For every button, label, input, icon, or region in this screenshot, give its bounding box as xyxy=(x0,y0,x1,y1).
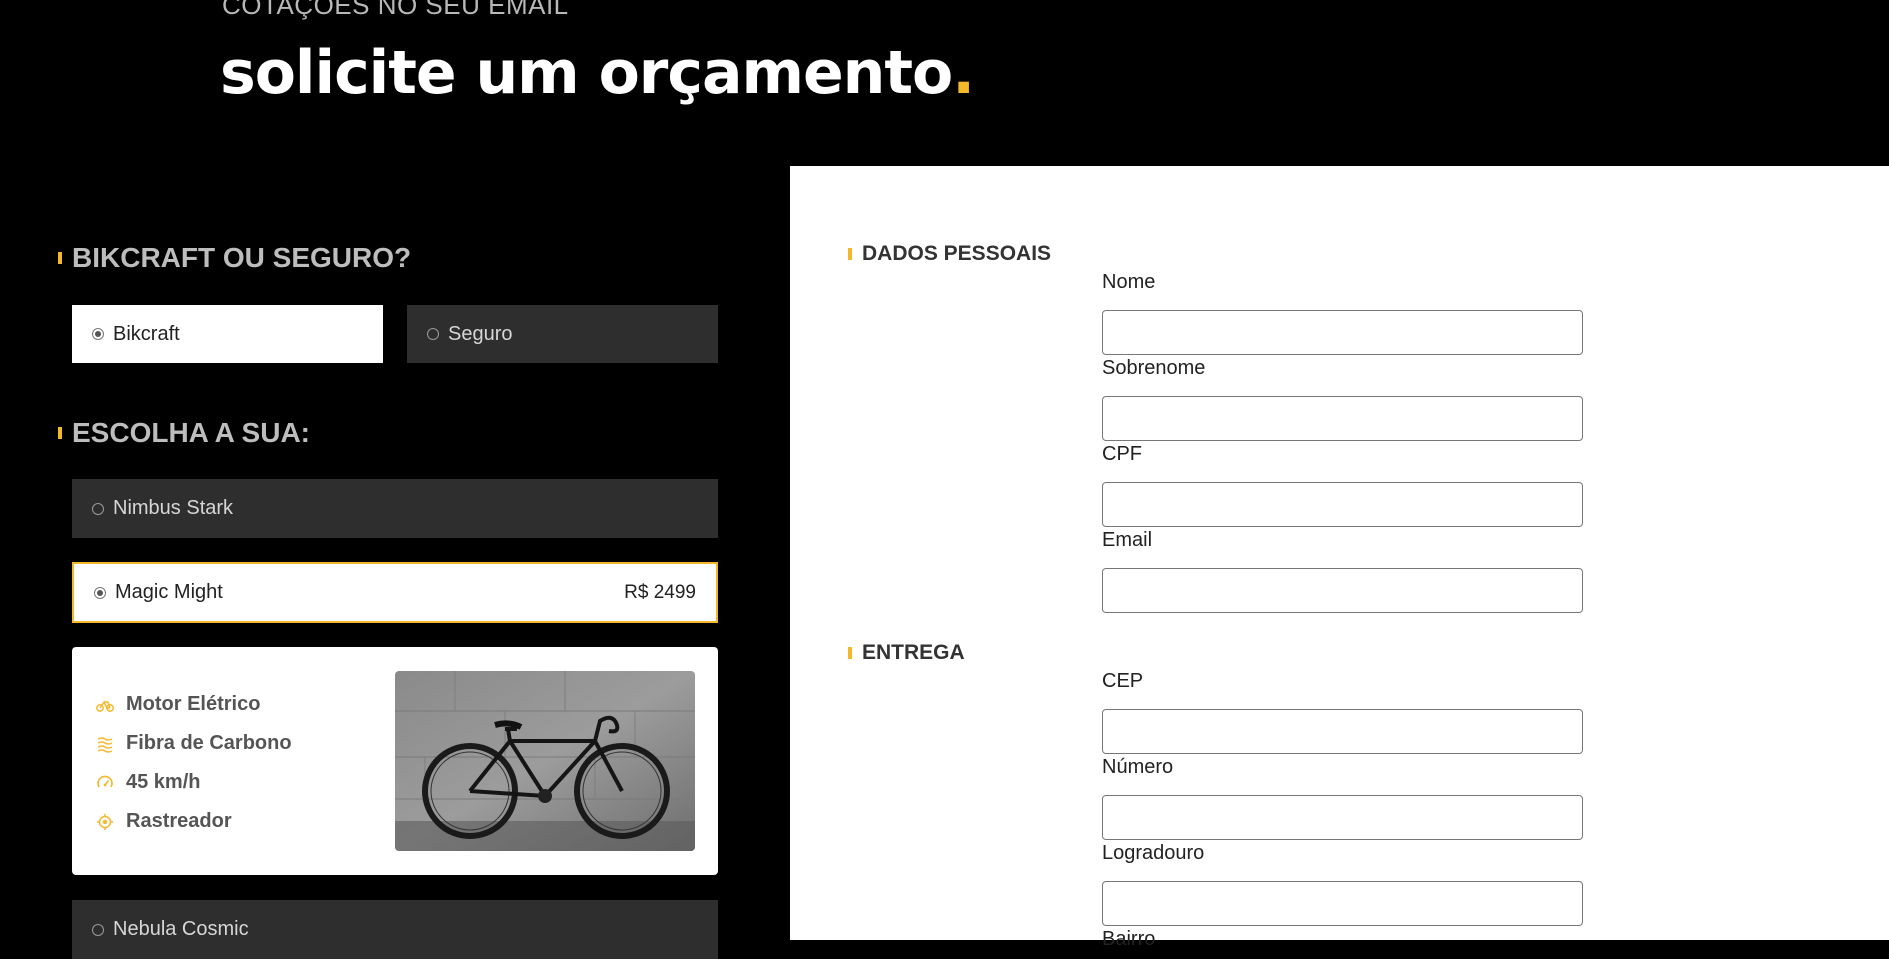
bike-price: R$ 2499 xyxy=(624,581,696,603)
option-seguro[interactable]: Seguro xyxy=(407,305,718,363)
feature-label: 45 km/h xyxy=(126,771,201,793)
option-bikcraft[interactable]: Bikcraft xyxy=(72,305,383,363)
section-marker xyxy=(848,647,852,659)
logradouro-field[interactable] xyxy=(1102,881,1583,926)
email-label: Email xyxy=(1102,529,1153,551)
sobrenome-field[interactable] xyxy=(1102,396,1583,441)
numero-label: Número xyxy=(1102,756,1174,778)
delivery-title: ENTREGA xyxy=(848,641,965,665)
tracker-icon xyxy=(97,813,113,830)
cpf-label: CPF xyxy=(1102,443,1142,465)
bike-section-title: ESCOLHA A SUA: xyxy=(58,417,310,449)
feature-label: Fibra de Carbono xyxy=(126,732,292,754)
form-panel: DADOS PESSOAIS Nome Sobrenome CPF Email … xyxy=(790,166,1889,950)
type-section-title: BIKCRAFT OU SEGURO? xyxy=(58,242,412,274)
section-marker xyxy=(848,248,852,260)
delivery-title-text: ENTREGA xyxy=(862,641,965,664)
speedometer-icon xyxy=(97,775,113,787)
bike-detail-card: Motor Elétrico Fibra de Carbono 45 km/h … xyxy=(72,647,718,875)
feature-item: 45 km/h xyxy=(96,763,292,802)
nome-label: Nome xyxy=(1102,271,1156,293)
cpf-field[interactable] xyxy=(1102,482,1583,527)
radio-magic-might[interactable] xyxy=(94,586,106,599)
radio-bikcraft[interactable] xyxy=(92,328,104,340)
nome-field[interactable] xyxy=(1102,310,1583,355)
logradouro-label: Logradouro xyxy=(1102,842,1205,864)
feature-item: Fibra de Carbono xyxy=(96,724,292,763)
email-field[interactable] xyxy=(1102,568,1583,613)
page-title-dot: . xyxy=(952,38,975,108)
bike-photo xyxy=(395,671,695,851)
option-seguro-label: Seguro xyxy=(448,322,513,345)
bike-option-nimbus-stark[interactable]: Nimbus Stark xyxy=(72,479,718,538)
personal-data-title: DADOS PESSOAIS xyxy=(848,242,1052,266)
cep-label: CEP xyxy=(1102,670,1144,692)
page-title-text: solicite um orçamento xyxy=(220,38,953,108)
radio-seguro[interactable] xyxy=(427,328,439,340)
feature-label: Motor Elétrico xyxy=(126,693,261,715)
sobrenome-label: Sobrenome xyxy=(1102,357,1206,379)
bike-option-nebula-cosmic[interactable]: Nebula Cosmic xyxy=(72,900,718,959)
section-marker xyxy=(58,252,62,264)
type-section-title-text: BIKCRAFT OU SEGURO? xyxy=(72,242,412,273)
option-bikcraft-label: Bikcraft xyxy=(113,322,180,345)
bike-option-label: Nimbus Stark xyxy=(113,497,234,519)
bike-option-label: Magic Might xyxy=(115,581,223,603)
bike-option-label: Nebula Cosmic xyxy=(113,918,249,940)
electric-bike-icon xyxy=(96,700,114,712)
feature-item: Rastreador xyxy=(96,802,292,841)
cep-field[interactable] xyxy=(1102,709,1583,754)
bike-option-magic-might[interactable]: Magic Might R$ 2499 xyxy=(72,562,718,623)
header-subtitle: COTAÇÕES NO SEU EMAIL xyxy=(222,0,569,20)
feature-label: Rastreador xyxy=(126,810,232,832)
radio-nebula-cosmic[interactable] xyxy=(92,923,104,936)
bike-feature-list: Motor Elétrico Fibra de Carbono 45 km/h … xyxy=(96,685,292,841)
numero-field[interactable] xyxy=(1102,795,1583,840)
section-marker xyxy=(58,427,62,439)
feature-item: Motor Elétrico xyxy=(96,685,292,724)
page-title: solicite um orçamento. xyxy=(220,38,975,108)
radio-nimbus-stark[interactable] xyxy=(92,502,104,515)
carbon-fiber-icon xyxy=(97,736,113,753)
bike-section-title-text: ESCOLHA A SUA: xyxy=(72,417,310,448)
personal-data-title-text: DADOS PESSOAIS xyxy=(862,242,1052,265)
